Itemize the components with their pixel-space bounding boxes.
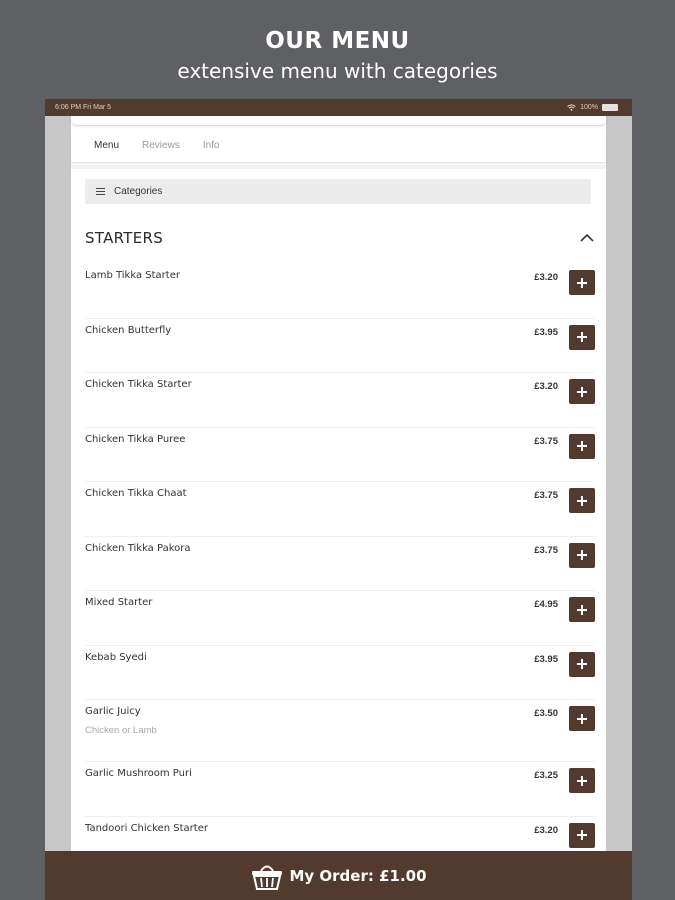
tab-info[interactable]: Info	[203, 140, 220, 151]
menu-item-price: £3.20	[534, 824, 558, 836]
plus-icon	[577, 441, 587, 451]
menu-item: Garlic Mushroom Puri £3.25	[85, 762, 595, 817]
plus-icon	[577, 713, 587, 724]
menu-item-name: Chicken Tikka Pakora	[85, 542, 191, 554]
menu-item-name: Chicken Tikka Starter	[85, 379, 192, 390]
add-item-button[interactable]	[569, 822, 595, 848]
plus-icon	[577, 775, 587, 786]
categories-button[interactable]: Categories	[85, 179, 591, 204]
add-item-button[interactable]	[569, 433, 595, 459]
menu-item: Chicken Tikka Starter £3.20	[85, 373, 595, 428]
menu-item-price: £3.20	[534, 272, 558, 283]
battery-icon	[602, 104, 618, 111]
add-item-button[interactable]	[569, 542, 595, 568]
basket-icon	[252, 865, 283, 890]
plus-icon	[577, 550, 587, 560]
menu-item: Garlic Juicy Chicken or Lamb £3.50	[85, 700, 595, 762]
menu-item-price: £4.95	[534, 599, 558, 610]
add-item-button[interactable]	[569, 706, 595, 731]
menu-list: Lamb Tikka Starter £3.20 Chicken Butterfly…	[85, 264, 595, 871]
tab-reviews[interactable]: Reviews	[142, 140, 180, 151]
menu-item: Mixed Starter £4.95	[85, 591, 595, 646]
chevron-up-icon[interactable]	[579, 232, 595, 244]
add-item-button[interactable]	[569, 324, 595, 350]
menu-item-price: £3.75	[534, 435, 558, 447]
add-item-button[interactable]	[569, 768, 595, 793]
menu-item-price: £3.95	[534, 653, 558, 665]
menu-item-name: Chicken Tikka Puree	[85, 433, 186, 445]
my-order-label: My Order: £1.00	[289, 866, 427, 885]
menu-item-price: £3.50	[534, 708, 558, 719]
menu-item-name: Kebab Syedi	[85, 651, 147, 663]
tab-menu[interactable]: Menu	[94, 140, 119, 151]
menu-item-price: £3.20	[534, 381, 558, 392]
section-header: STARTERS	[85, 228, 595, 248]
menu-item-description: Chicken or Lamb	[85, 725, 157, 736]
add-item-button[interactable]	[569, 597, 595, 622]
menu-item: Kebab Syedi £3.95	[85, 646, 595, 700]
plus-icon	[577, 386, 587, 397]
plus-icon	[577, 495, 587, 506]
plus-icon	[577, 277, 587, 288]
my-order-button[interactable]: My Order: £1.00	[45, 851, 632, 900]
wifi-icon	[567, 104, 576, 111]
add-item-button[interactable]	[569, 488, 595, 513]
menu-item: Chicken Tikka Pakora £3.75	[85, 537, 595, 591]
status-bar: 6:06 PM Fri Mar 5 100%	[45, 99, 632, 116]
add-item-button[interactable]	[569, 651, 595, 677]
separator	[71, 165, 606, 169]
menu-item-name: Mixed Starter	[85, 597, 153, 608]
battery-percent: 100%	[580, 104, 598, 111]
menu-item: Chicken Tikka Chaat £3.75	[85, 482, 595, 537]
add-item-button[interactable]	[569, 379, 595, 404]
menu-item: Chicken Butterfly £3.95	[85, 319, 595, 373]
panel-top-edge	[71, 116, 606, 126]
menu-item: Chicken Tikka Puree £3.75	[85, 428, 595, 482]
plus-icon	[577, 659, 587, 669]
menu-item-price: £3.25	[534, 770, 558, 781]
section-title: STARTERS	[85, 229, 164, 247]
menu-item: Lamb Tikka Starter £3.20	[85, 264, 595, 319]
plus-icon	[577, 332, 587, 342]
menu-item-price: £3.95	[534, 326, 558, 338]
menu-item-name: Chicken Tikka Chaat	[85, 488, 187, 499]
menu-item-name: Garlic Mushroom Puri	[85, 768, 192, 779]
hamburger-icon	[96, 188, 105, 195]
add-item-button[interactable]	[569, 270, 595, 295]
status-right: 100%	[567, 104, 618, 111]
menu-item-price: £3.75	[534, 490, 558, 501]
status-time: 6:06 PM Fri Mar 5	[55, 104, 112, 111]
device-screen: 6:06 PM Fri Mar 5 100% Menu Reviews Info…	[45, 99, 632, 900]
menu-item-name: Chicken Butterfly	[85, 324, 172, 336]
plus-icon	[577, 830, 587, 840]
menu-item-name: Garlic Juicy	[85, 706, 141, 717]
categories-label: Categories	[114, 186, 163, 197]
menu-item-price: £3.75	[534, 544, 558, 556]
tab-bar: Menu Reviews Info	[71, 128, 606, 163]
menu-panel: Menu Reviews Info Categories STARTERS La…	[71, 116, 606, 900]
menu-item-name: Tandoori Chicken Starter	[85, 822, 208, 834]
menu-item-name: Lamb Tikka Starter	[85, 270, 180, 281]
promo-title: OUR MENU	[265, 28, 410, 54]
plus-icon	[577, 604, 587, 615]
promo-subtitle: extensive menu with categories	[177, 59, 498, 83]
